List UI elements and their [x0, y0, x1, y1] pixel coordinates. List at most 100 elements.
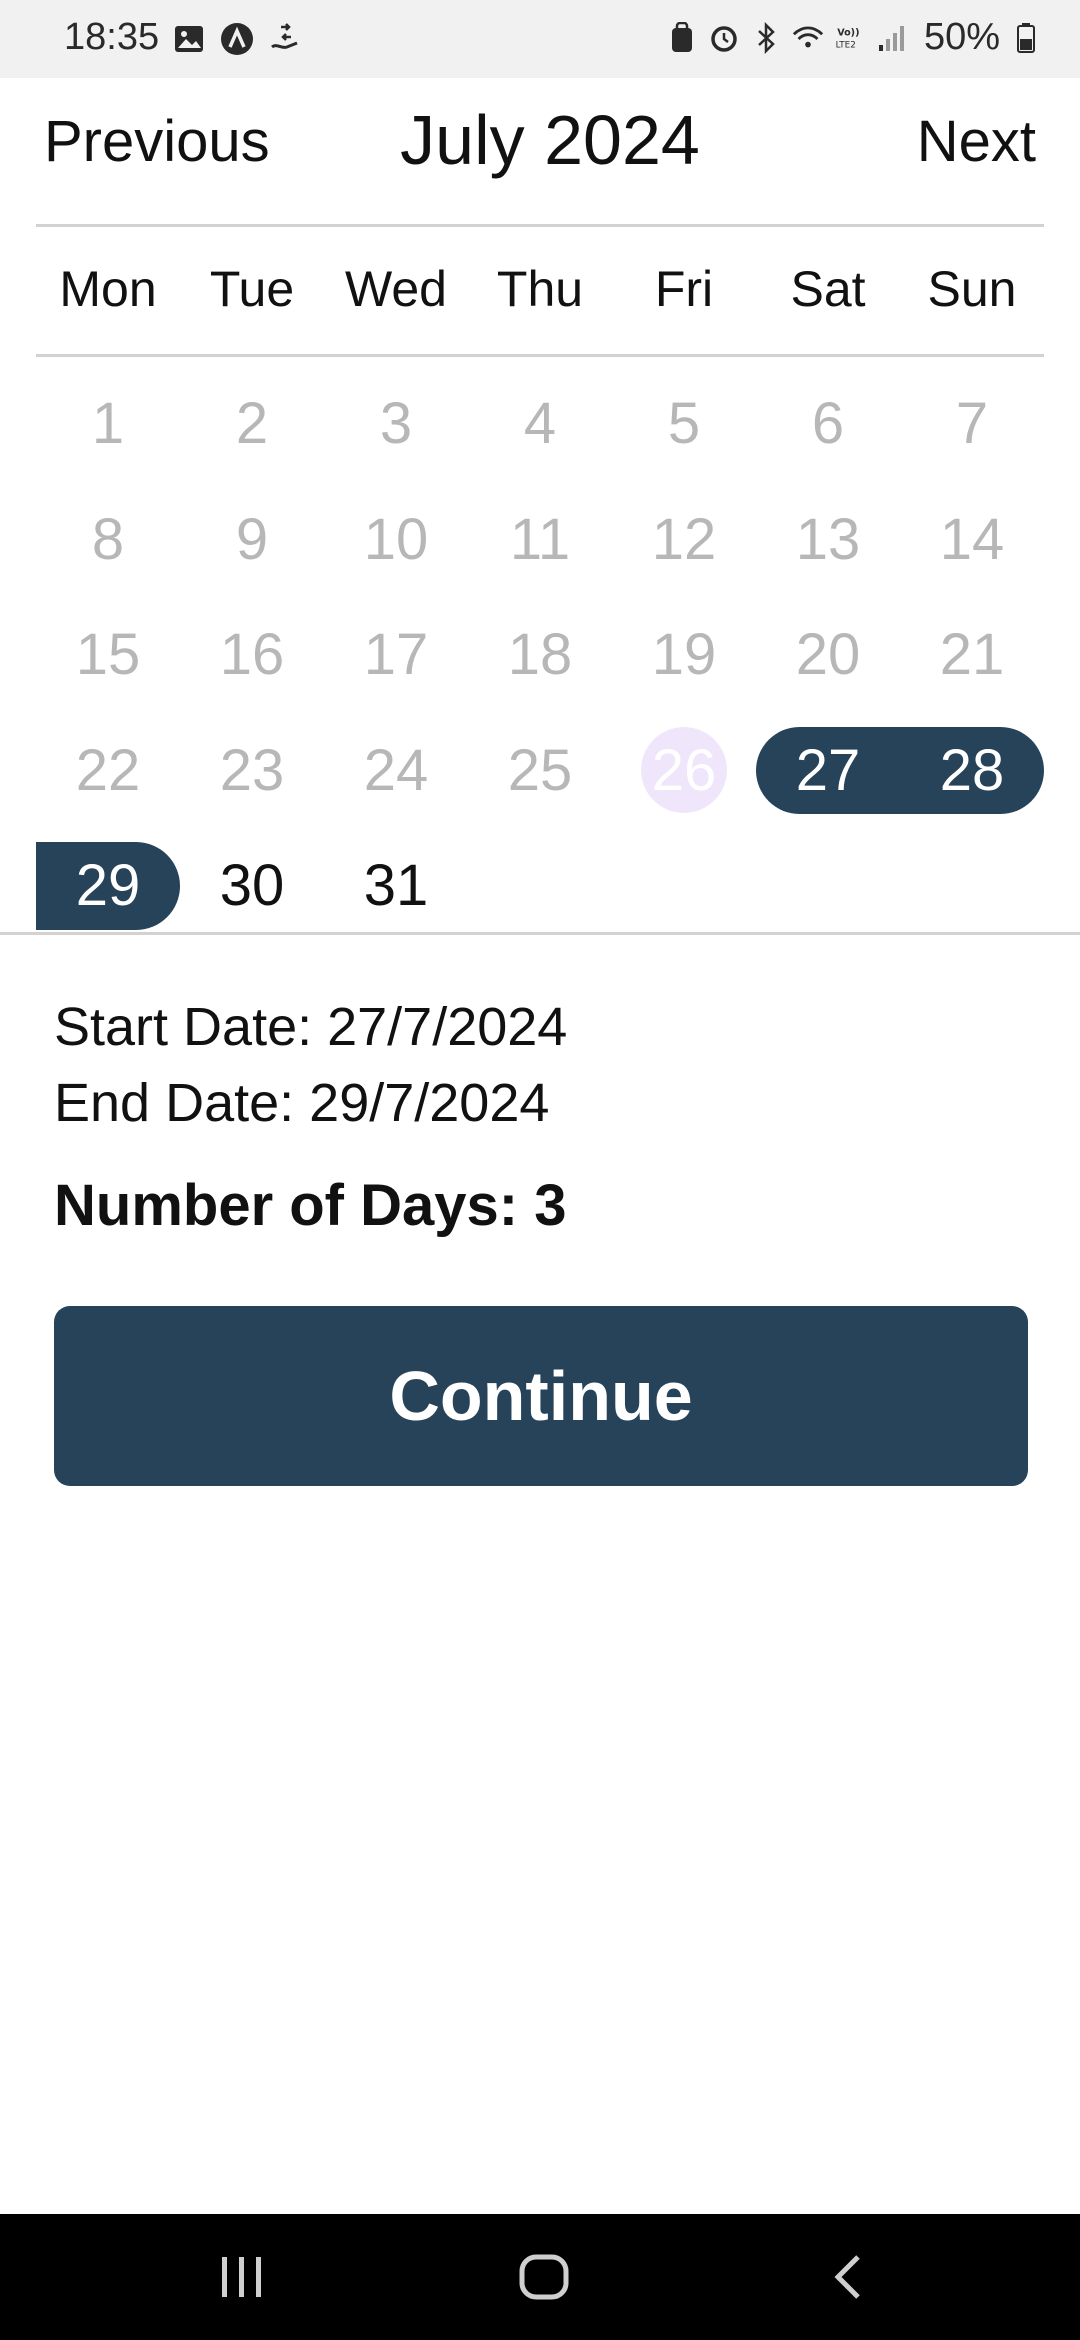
- day-number: 2: [235, 391, 269, 457]
- wifi-icon: [792, 21, 824, 55]
- day-cell-past: 3: [324, 366, 468, 482]
- hand-share-icon: [268, 22, 302, 56]
- day-number: 1: [91, 391, 125, 457]
- day-number: 4: [523, 391, 557, 457]
- signal-icon: [876, 21, 908, 55]
- system-icons: Vo)) LTE2 50%: [666, 16, 1042, 59]
- number-of-days-text: Number of Days: 3: [54, 1173, 567, 1238]
- day-number: 12: [651, 506, 717, 572]
- continue-button[interactable]: Continue: [54, 1306, 1028, 1486]
- day-number: 27: [795, 737, 861, 803]
- day-number: 9: [235, 506, 269, 572]
- day-number: 28: [939, 737, 1005, 803]
- day-cell-past: 20: [756, 597, 900, 713]
- day-number: 30: [219, 853, 285, 919]
- day-number: 8: [91, 506, 125, 572]
- divider: [0, 932, 1080, 935]
- svg-text:Vo)): Vo)): [837, 27, 859, 38]
- day-cell-past: 4: [468, 366, 612, 482]
- day-number: 5: [667, 391, 701, 457]
- svg-text:LTE2: LTE2: [836, 40, 856, 50]
- day-number: 15: [75, 622, 141, 688]
- day-cell-past: 2: [180, 366, 324, 482]
- day-cell-past: 15: [36, 597, 180, 713]
- weekday-thu: Thu: [496, 261, 584, 317]
- volte-icon: Vo)) LTE2: [834, 21, 866, 55]
- home-icon[interactable]: [514, 2252, 574, 2302]
- day-cell-past: 1: [36, 366, 180, 482]
- next-month-button[interactable]: Next: [917, 108, 1036, 175]
- day-number: 14: [939, 506, 1005, 572]
- day-cell-past: 7: [900, 366, 1044, 482]
- weekday-wed: Wed: [345, 261, 447, 317]
- day-cell-selected-end[interactable]: 29: [36, 828, 180, 944]
- status-bar: 18:35 Vo)) LTE2 50%: [0, 0, 1080, 78]
- day-cell[interactable]: 31: [324, 828, 468, 944]
- end-date-text: End Date: 29/7/2024: [54, 1073, 550, 1133]
- bluetooth-icon: [750, 21, 782, 55]
- day-number: 11: [509, 506, 571, 572]
- day-number: 6: [811, 391, 845, 457]
- app-a-icon: [220, 22, 254, 56]
- weekday-mon: Mon: [59, 261, 157, 317]
- day-number: 26: [651, 737, 717, 803]
- day-cell-past: 5: [612, 366, 756, 482]
- notification-icons: [172, 22, 302, 56]
- weekday-header: Mon Tue Wed Thu Fri Sat Sun: [36, 260, 1044, 318]
- day-cell-today[interactable]: 26: [612, 713, 756, 829]
- day-cell-past: 17: [324, 597, 468, 713]
- day-cell-past: 14: [900, 482, 1044, 598]
- day-cell[interactable]: 30: [180, 828, 324, 944]
- start-date-text: Start Date: 27/7/2024: [54, 997, 568, 1057]
- day-number: 24: [363, 737, 429, 803]
- status-time: 18:35: [64, 16, 160, 58]
- day-number: 29: [75, 853, 141, 919]
- weekday-tue: Tue: [209, 261, 295, 317]
- day-number: 21: [939, 622, 1005, 688]
- system-nav-bar: [0, 2214, 1080, 2340]
- day-cell-past: 11: [468, 482, 612, 598]
- day-number: 31: [363, 853, 429, 919]
- day-number: 25: [507, 737, 573, 803]
- day-cell-past: 6: [756, 366, 900, 482]
- alarm-icon: [708, 21, 740, 55]
- day-number: 3: [379, 391, 413, 457]
- day-cell-past: 18: [468, 597, 612, 713]
- day-number: 18: [507, 622, 573, 688]
- day-cell-past: 21: [900, 597, 1044, 713]
- day-cell-past: 19: [612, 597, 756, 713]
- day-cell-selected-start[interactable]: 27: [756, 713, 900, 829]
- day-cell-past: 12: [612, 482, 756, 598]
- weekday-fri: Fri: [654, 261, 714, 317]
- day-cell-past: 8: [36, 482, 180, 598]
- day-number: 13: [795, 506, 861, 572]
- day-cell-selected[interactable]: 28: [900, 713, 1044, 829]
- weekday-sun: Sun: [927, 261, 1017, 317]
- day-cell-past: 24: [324, 713, 468, 829]
- weekday-sat: Sat: [790, 261, 866, 317]
- divider: [36, 224, 1044, 227]
- day-number: 22: [75, 737, 141, 803]
- day-cell-past: 9: [180, 482, 324, 598]
- day-number: 23: [219, 737, 285, 803]
- day-cell-past: 25: [468, 713, 612, 829]
- divider: [36, 354, 1044, 357]
- day-cell-past: 16: [180, 597, 324, 713]
- day-cell-past: 13: [756, 482, 900, 598]
- battery-percent: 50%: [923, 16, 1000, 58]
- calendar-grid: 1 2 3 4 5 6 7 8 9 10 11 12 13 14 15 16 1…: [36, 366, 1044, 944]
- day-number: 10: [363, 506, 429, 572]
- day-number: 19: [651, 622, 717, 688]
- day-cell-past: 23: [180, 713, 324, 829]
- recents-icon[interactable]: [212, 2252, 272, 2302]
- day-number: 17: [363, 622, 429, 688]
- back-icon[interactable]: [818, 2252, 878, 2302]
- gallery-icon: [172, 22, 206, 56]
- day-cell-past: 22: [36, 713, 180, 829]
- day-number: 20: [795, 622, 861, 688]
- battery-icon: [1010, 21, 1042, 55]
- day-number: 16: [219, 622, 285, 688]
- day-number: 7: [955, 391, 989, 457]
- security-icon: [666, 21, 698, 55]
- day-cell-past: 10: [324, 482, 468, 598]
